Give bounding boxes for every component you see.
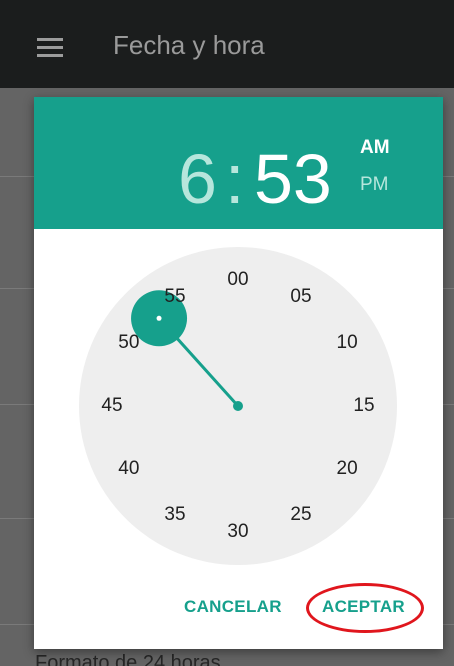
format-24h-label: Formato de 24 horas [35,652,221,666]
app-bar: Fecha y hora [0,0,454,88]
hour-display[interactable]: 6 [178,139,217,219]
clock-minute-00[interactable]: 00 [218,269,258,291]
page-title: Fecha y hora [113,30,265,60]
clock-minute-25[interactable]: 25 [281,504,321,526]
clock-minute-05[interactable]: 05 [281,286,321,308]
clock-minute-20[interactable]: 20 [327,458,367,480]
time-header: 6 : 53 AM PM [34,97,443,229]
minute-display[interactable]: 53 [254,139,332,219]
time-separator: : [225,140,245,218]
clock-selector-dot [156,315,162,321]
clock-minute-30[interactable]: 30 [218,521,258,543]
clock-dial[interactable]: 00 05 10 15 20 25 30 35 40 45 50 55 [79,247,397,565]
clock-minute-55[interactable]: 55 [155,286,195,308]
clock-minute-45[interactable]: 45 [92,395,132,417]
clock-minute-35[interactable]: 35 [155,504,195,526]
cancel-button[interactable]: CANCELAR [184,597,282,617]
highlight-circle [306,583,424,633]
clock-minute-40[interactable]: 40 [109,458,149,480]
menu-icon[interactable] [37,38,63,58]
time-picker-dialog: 6 : 53 AM PM 00 05 10 15 20 25 30 35 40 45 50 55 CA… [34,97,443,649]
clock-minute-15[interactable]: 15 [344,395,384,417]
clock-center-dot [233,401,243,411]
am-toggle[interactable]: AM [360,137,390,159]
clock-minute-10[interactable]: 10 [327,332,367,354]
clock-minute-50[interactable]: 50 [109,332,149,354]
pm-toggle[interactable]: PM [360,174,389,196]
